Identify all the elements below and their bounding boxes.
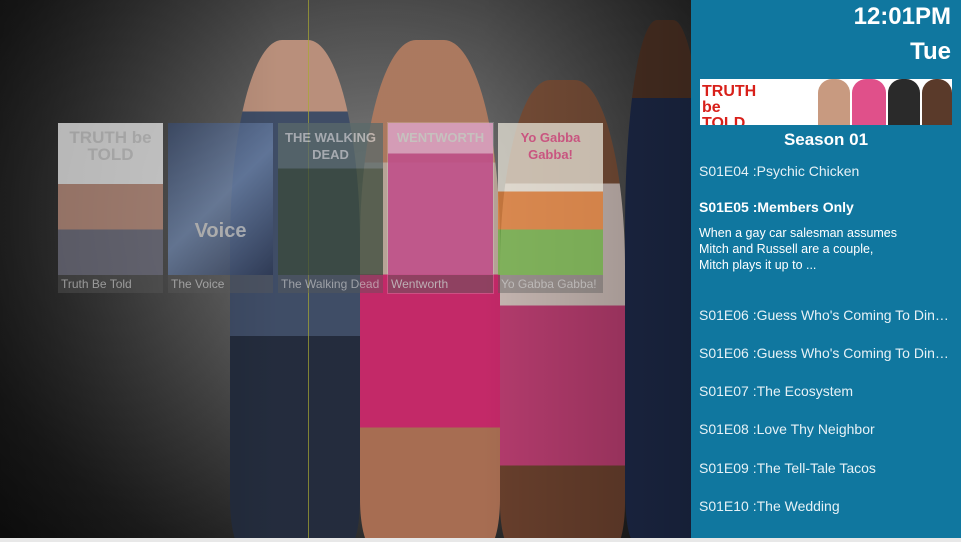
poster-title: The Voice <box>171 277 225 291</box>
season-title: Season 01 <box>783 130 869 149</box>
poster-logo: TRUTH be TOLD <box>69 128 152 164</box>
poster-title: Wentworth <box>391 277 449 291</box>
episode-item[interactable]: S01E10 :The Wedding <box>699 498 955 514</box>
poster-logo: Yo Gabba Gabba! <box>520 130 581 162</box>
poster-the-voice[interactable]: Voice The Voice <box>168 123 273 293</box>
banner-cast <box>852 79 886 125</box>
poster-the-walking-dead[interactable]: THE WALKING DEAD The Walking Dead <box>278 123 383 293</box>
poster-wentworth[interactable]: WENTWORTH Wentworth <box>388 123 493 293</box>
episode-item[interactable]: S01E06 :Guess Who's Coming To Dinner <box>699 345 955 361</box>
poster-art <box>168 123 273 275</box>
banner-cast <box>818 79 850 125</box>
poster-logo: Voice <box>194 220 247 242</box>
poster-title: Truth Be Told <box>61 277 132 291</box>
poster-logo: WENTWORTH <box>396 130 485 145</box>
episode-description: When a gay car salesman assumes Mitch an… <box>699 226 898 272</box>
poster-yo-gabba-gabba[interactable]: Yo Gabba Gabba! Yo Gabba Gabba! <box>498 123 603 293</box>
episode-item[interactable]: S01E04 :Psychic Chicken <box>699 163 955 179</box>
episode-item-selected[interactable]: S01E05 :Members Only <box>699 199 955 215</box>
episode-panel: 12:01PM Tue TRUTH be TOLD Season 01 S01E… <box>691 0 961 542</box>
poster-logo: THE WALKING DEAD <box>285 130 376 162</box>
poster-shelf: TRUTH be TOLD Truth Be Told Voice The Vo… <box>58 123 603 293</box>
episode-item[interactable]: S01E09 :The Tell-Tale Tacos <box>699 460 955 476</box>
banner-cast <box>922 79 952 125</box>
clock-day: Tue <box>910 38 951 65</box>
episode-item[interactable]: S01E06 :Guess Who's Coming To Dinner <box>699 307 955 323</box>
episode-item[interactable]: S01E07 :The Ecosystem <box>699 383 955 399</box>
show-banner: TRUTH be TOLD <box>700 79 952 125</box>
banner-logo: TRUTH be TOLD <box>702 83 757 126</box>
banner-cast <box>888 79 920 125</box>
poster-truth-be-told[interactable]: TRUTH be TOLD Truth Be Told <box>58 123 163 293</box>
poster-title: Yo Gabba Gabba! <box>501 277 597 291</box>
bottom-border <box>0 538 961 542</box>
episode-item[interactable]: S01E08 :Love Thy Neighbor <box>699 421 955 437</box>
clock-time: 12:01PM <box>853 3 951 30</box>
poster-title: The Walking Dead <box>281 277 380 291</box>
